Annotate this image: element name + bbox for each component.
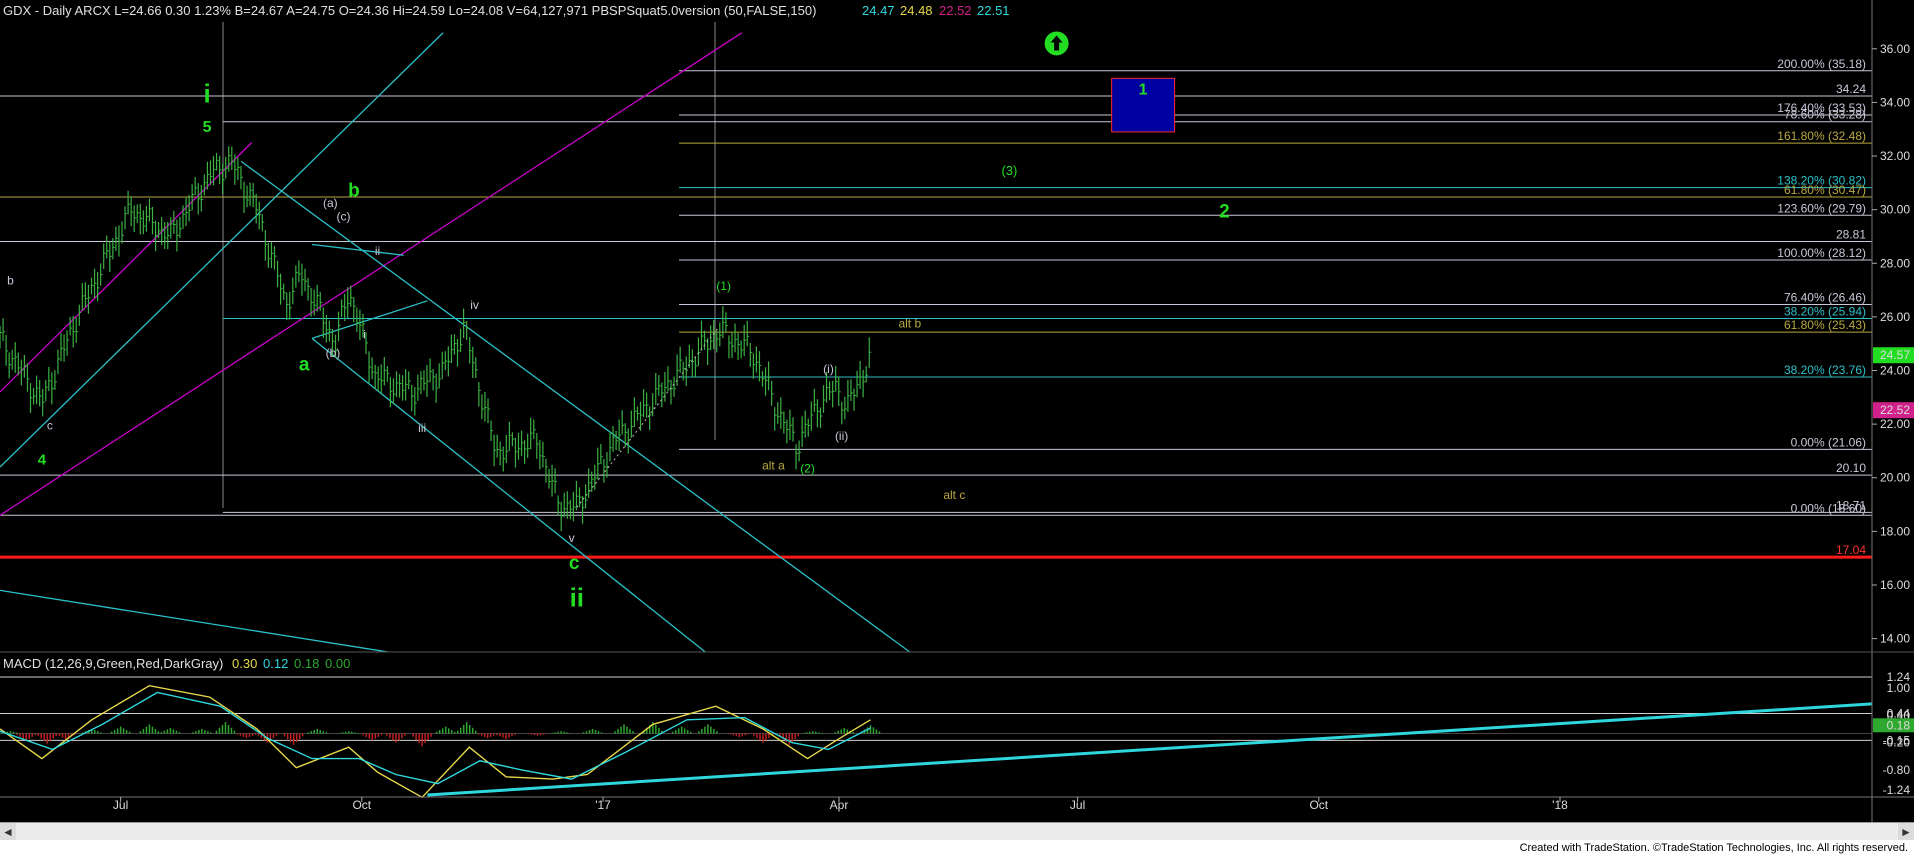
scroll-right-button[interactable]: ► bbox=[1898, 823, 1914, 841]
macd-tick-label: 1.24 bbox=[1887, 670, 1911, 684]
time-tick-label: Jul bbox=[1070, 798, 1085, 812]
price-tick-label: 34.00 bbox=[1880, 95, 1910, 109]
secondary-price-value: 22.52 bbox=[1880, 403, 1910, 417]
fib-level-label: 0.00% (18.60) bbox=[1791, 501, 1866, 515]
price-tick-label: 20.00 bbox=[1880, 471, 1910, 485]
wave-label: ii bbox=[570, 582, 584, 612]
wave-label: alt c bbox=[943, 488, 965, 502]
wave-label: c bbox=[569, 553, 580, 574]
time-tick-label: '18 bbox=[1552, 798, 1568, 812]
last-price-value: 24.57 bbox=[1880, 348, 1910, 362]
fib-level-label: 76.40% (26.46) bbox=[1784, 291, 1866, 305]
wave-label: (a) bbox=[323, 196, 338, 210]
time-tick-label: Apr bbox=[830, 798, 849, 812]
wave-label: i bbox=[363, 327, 366, 341]
wave-label: 4 bbox=[38, 451, 47, 468]
wave-label: ii bbox=[375, 244, 380, 258]
fib-level-label: 20.10 bbox=[1836, 461, 1866, 475]
price-tick-label: 36.00 bbox=[1880, 42, 1910, 56]
wave-label: 5 bbox=[203, 119, 212, 136]
fib-level-label: 123.60% (29.79) bbox=[1777, 201, 1866, 215]
wave-label: (b) bbox=[326, 346, 341, 360]
macd-header: MACD (12,26,9,Green,Red,DarkGray) bbox=[3, 656, 223, 671]
macd-value-4: 0.00 bbox=[325, 656, 350, 671]
fib-level-label: 38.20% (25.94) bbox=[1784, 305, 1866, 319]
price-tick-label: 30.00 bbox=[1880, 203, 1910, 217]
header-value-3: 22.52 bbox=[939, 3, 972, 18]
chart-header: GDX - Daily ARCX L=24.66 0.30 1.23% B=24… bbox=[3, 3, 816, 18]
wave-label: (1) bbox=[716, 279, 731, 293]
wave-label: alt b bbox=[898, 317, 921, 331]
time-tick-label: Jul bbox=[113, 798, 128, 812]
macd-tick-label: -0.15 bbox=[1883, 733, 1911, 747]
wave-label: (ii) bbox=[835, 429, 848, 443]
wave-label: iv bbox=[470, 298, 479, 312]
macd-value-3: 0.18 bbox=[294, 656, 319, 671]
wave-label: (2) bbox=[800, 461, 815, 475]
chart-background bbox=[0, 0, 1914, 822]
wave-label: c bbox=[47, 418, 53, 432]
time-tick-label: Oct bbox=[1309, 798, 1328, 812]
header-value-2: 24.48 bbox=[900, 3, 933, 18]
fib-level-label: 78.60% (33.28) bbox=[1784, 108, 1866, 122]
footer-copyright: Created with TradeStation. ©TradeStation… bbox=[0, 840, 1914, 856]
fib-level-label: 34.24 bbox=[1836, 82, 1866, 96]
macd-tick-label: -1.24 bbox=[1883, 783, 1911, 797]
price-tick-label: 28.00 bbox=[1880, 256, 1910, 270]
fib-level-label: 17.04 bbox=[1836, 543, 1866, 557]
price-tick-label: 16.00 bbox=[1880, 578, 1910, 592]
macd-tick-label: -0.80 bbox=[1883, 763, 1911, 777]
fib-level-label: 100.00% (28.12) bbox=[1777, 246, 1866, 260]
wave-label: (c) bbox=[336, 209, 350, 223]
time-tick-label: Oct bbox=[352, 798, 371, 812]
header-value-4: 22.51 bbox=[977, 3, 1010, 18]
fib-level-label: 61.80% (25.43) bbox=[1784, 318, 1866, 332]
wave-label: b bbox=[348, 180, 360, 201]
price-tick-label: 22.00 bbox=[1880, 417, 1910, 431]
fib-level-label: 61.80% (30.47) bbox=[1784, 183, 1866, 197]
wave-label: iii bbox=[418, 421, 426, 435]
fib-level-label: 161.80% (32.48) bbox=[1777, 129, 1866, 143]
macd-value-2: 0.12 bbox=[263, 656, 288, 671]
price-tick-label: 26.00 bbox=[1880, 310, 1910, 324]
wave-label: a bbox=[299, 355, 310, 376]
header-value-1: 24.47 bbox=[862, 3, 895, 18]
price-tick-label: 18.00 bbox=[1880, 524, 1910, 538]
wave-label: (3) bbox=[1001, 163, 1017, 178]
price-tick-label: 24.00 bbox=[1880, 364, 1910, 378]
fib-level-label: 200.00% (35.18) bbox=[1777, 57, 1866, 71]
horizontal-scrollbar[interactable]: ◄ ► bbox=[0, 822, 1914, 841]
wave-label: 2 bbox=[1219, 202, 1230, 223]
macd-value-tag-label: 0.18 bbox=[1887, 718, 1911, 732]
fib-level-label: 28.81 bbox=[1836, 228, 1866, 242]
scroll-left-button[interactable]: ◄ bbox=[0, 823, 16, 841]
wave-label: (i) bbox=[823, 362, 834, 376]
target-box-layer: 1 bbox=[1111, 77, 1176, 133]
wave-label: v bbox=[569, 531, 575, 545]
time-tick-label: '17 bbox=[595, 798, 611, 812]
wave-label: i bbox=[204, 78, 211, 108]
wave-label: alt a bbox=[762, 459, 785, 473]
wave-label: b bbox=[7, 274, 14, 288]
macd-value-1: 0.30 bbox=[232, 656, 257, 671]
chart-area[interactable]: 200.00% (35.18)34.24176.40% (33.53)78.60… bbox=[0, 0, 1914, 822]
target-box-label: 1 bbox=[1139, 81, 1148, 98]
price-tick-label: 14.00 bbox=[1880, 632, 1910, 646]
fib-level-label: 0.00% (21.06) bbox=[1791, 435, 1866, 449]
price-tick-label: 32.00 bbox=[1880, 149, 1910, 163]
fib-level-label: 38.20% (23.76) bbox=[1784, 363, 1866, 377]
